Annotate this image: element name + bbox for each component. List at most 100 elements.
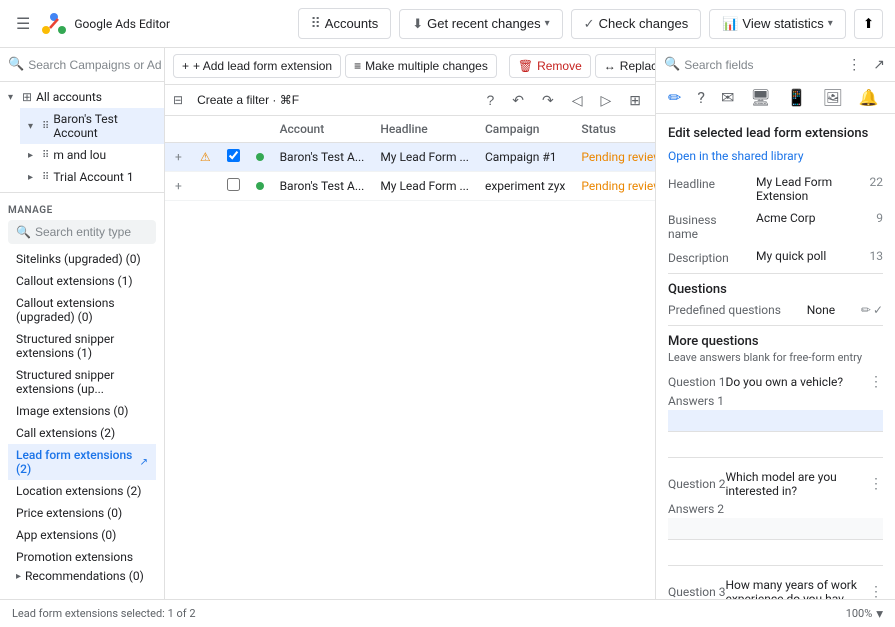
trial-account-item[interactable]: ▸ ⠿ Trial Account 1 [20,166,164,188]
answer-input-1b[interactable] [668,436,883,458]
recommendations-item[interactable]: ▸ Recommendations (0) [16,565,148,587]
answer-input-2b[interactable] [668,544,883,566]
entity-promotion[interactable]: Promotion extensions (0) [8,546,156,561]
external-link-icon[interactable]: ↗ [140,457,148,468]
predefined-check-icon[interactable]: ✓ [873,303,883,317]
table-row[interactable]: + Baron's Test A... My Lead Form ... exp… [165,172,655,201]
row-check-2[interactable] [219,172,248,201]
entity-callout-upgraded[interactable]: Callout extensions (upgraded) (0) [8,292,156,328]
open-shared-library-link[interactable]: Open in the shared library [668,149,883,163]
google-ads-logo [42,12,66,36]
campaign-search-input[interactable] [28,58,165,72]
row-check-1[interactable] [219,143,248,172]
center-panel: + + Add lead form extension ≡ Make multi… [165,48,655,599]
row-account-2: Baron's Test A... [272,172,373,201]
entity-image[interactable]: Image extensions (0) [8,400,156,422]
baron-account-item[interactable]: ▾ ⠿ Baron's Test Account [20,108,164,144]
predefined-label: Predefined questions [668,303,781,317]
prev-button[interactable]: ◁ [566,90,589,111]
col-account[interactable]: Account [272,116,373,143]
undo-button[interactable]: ↶ [506,90,530,111]
logo-area: Google Ads Editor [42,12,170,36]
m-and-lou-label: m and lou [53,148,156,162]
more-questions-header: More questions [668,334,883,349]
tab-email[interactable]: ✉ [717,86,738,109]
answer-input-1a[interactable] [668,410,883,432]
row-dot-2 [248,172,272,201]
all-accounts-item[interactable]: ▾ ⊞ All accounts [0,86,164,108]
answer-input-2a[interactable] [668,518,883,540]
expand-icon-m: ▸ [28,150,38,161]
entity-location[interactable]: Location extensions (2) [8,480,156,502]
entity-app[interactable]: App extensions (0) [8,524,156,546]
question-text-3[interactable]: How many years of work experience do you… [725,578,869,599]
business-name-count: 9 [876,211,883,225]
question-menu-1[interactable]: ⋮ [869,374,883,390]
view-stats-button[interactable]: 📊 View statistics ▾ [709,9,846,39]
business-name-value[interactable]: Acme Corp [756,211,868,225]
entity-callout[interactable]: Callout extensions (1) [8,270,156,292]
m-and-lou-account-item[interactable]: ▸ ⠿ m and lou [20,144,164,166]
description-value[interactable]: My quick poll [756,249,862,263]
right-more-button[interactable]: ⋮ [843,54,865,75]
accounts-button[interactable]: ⠿ Accounts [298,8,392,39]
entity-call[interactable]: Call extensions (2) [8,422,156,444]
col-status[interactable]: Status [573,116,655,143]
row-add-2[interactable]: + [165,172,192,201]
question-menu-3[interactable]: ⋮ [869,584,883,599]
entity-lead-form[interactable]: Lead form extensions (2) ↗ [8,444,156,480]
right-search-icon: 🔍 [664,57,680,72]
make-multiple-button[interactable]: ≡ Make multiple changes [345,54,497,78]
question-block-3: Question 3 How many years of work experi… [668,578,883,599]
tab-image[interactable]: 🖼 [819,86,847,109]
add-lead-form-button[interactable]: + + Add lead form extension [173,54,341,78]
app-title: Google Ads Editor [74,17,170,31]
account-icon-baron: ⠿ [42,121,49,132]
lead-form-label: Lead form extensions (2) [16,448,136,476]
headline-value[interactable]: My Lead Form Extension [756,175,862,203]
col-headline[interactable]: Headline [372,116,477,143]
view-stats-label: View statistics [742,16,823,31]
table-header-row: Account Headline Campaign Status Busines… [165,116,655,143]
col-add [165,116,192,143]
right-expand-button[interactable]: ↗ [869,54,889,75]
next-button[interactable]: ▷ [594,90,617,111]
row-warn-2 [192,172,219,201]
check-changes-button[interactable]: ✓ Check changes [571,9,702,39]
all-accounts-label: All accounts [36,90,156,104]
entity-structured-1[interactable]: Structured snipper extensions (1) [8,328,156,364]
row-status-1: Pending review [573,143,655,172]
tab-bell[interactable]: 🔔 [855,86,883,109]
col-campaign[interactable]: Campaign [477,116,573,143]
tab-help[interactable]: ? [693,86,709,109]
tab-desktop[interactable]: 🖥 [746,86,774,109]
columns-button[interactable]: ⊞ [623,90,647,111]
questions-header: Questions [668,282,883,297]
replace-icon: ↔ [604,59,616,73]
export-button[interactable]: ⬆ [854,9,883,39]
replace-text-button[interactable]: ↔ Replace text ▾ [595,54,655,78]
table-row[interactable]: + ⚠ Baron's Test A... My Lead Form ... C… [165,143,655,172]
row-add-1[interactable]: + [165,143,192,172]
entity-sitelinks[interactable]: Sitelinks (upgraded) (0) [8,248,156,270]
question-menu-2[interactable]: ⋮ [869,476,883,492]
remove-button[interactable]: 🗑 Remove [509,54,591,78]
predefined-edit-icon[interactable]: ✏ [861,303,871,317]
tab-mobile[interactable]: 📱 [783,86,811,109]
question-text-2[interactable]: Which model are you interested in? [725,470,869,498]
filter-bar: ⊟ Create a filter · ⌘F ? ↶ ↷ ◁ ▷ ⊞ [165,85,655,116]
tab-edit[interactable]: ✏ [664,86,685,109]
create-filter-button[interactable]: Create a filter · ⌘F [189,89,307,111]
entity-structured-2[interactable]: Structured snipper extensions (up... [8,364,156,400]
get-recent-button[interactable]: ⬇ Get recent changes ▾ [399,9,562,39]
right-search-input[interactable] [684,58,839,72]
center-toolbar: + + Add lead form extension ≡ Make multi… [165,48,655,85]
entity-search-input[interactable] [35,225,164,239]
tab-grid[interactable]: ⊞ [891,86,895,109]
redo-button[interactable]: ↷ [536,90,560,111]
question-text-1[interactable]: Do you own a vehicle? [725,375,869,389]
zoom-dropdown-button[interactable]: ▾ [876,606,883,622]
help-icon-button[interactable]: ? [480,90,500,110]
menu-icon[interactable]: ☰ [12,10,34,38]
entity-price[interactable]: Price extensions (0) [8,502,156,524]
